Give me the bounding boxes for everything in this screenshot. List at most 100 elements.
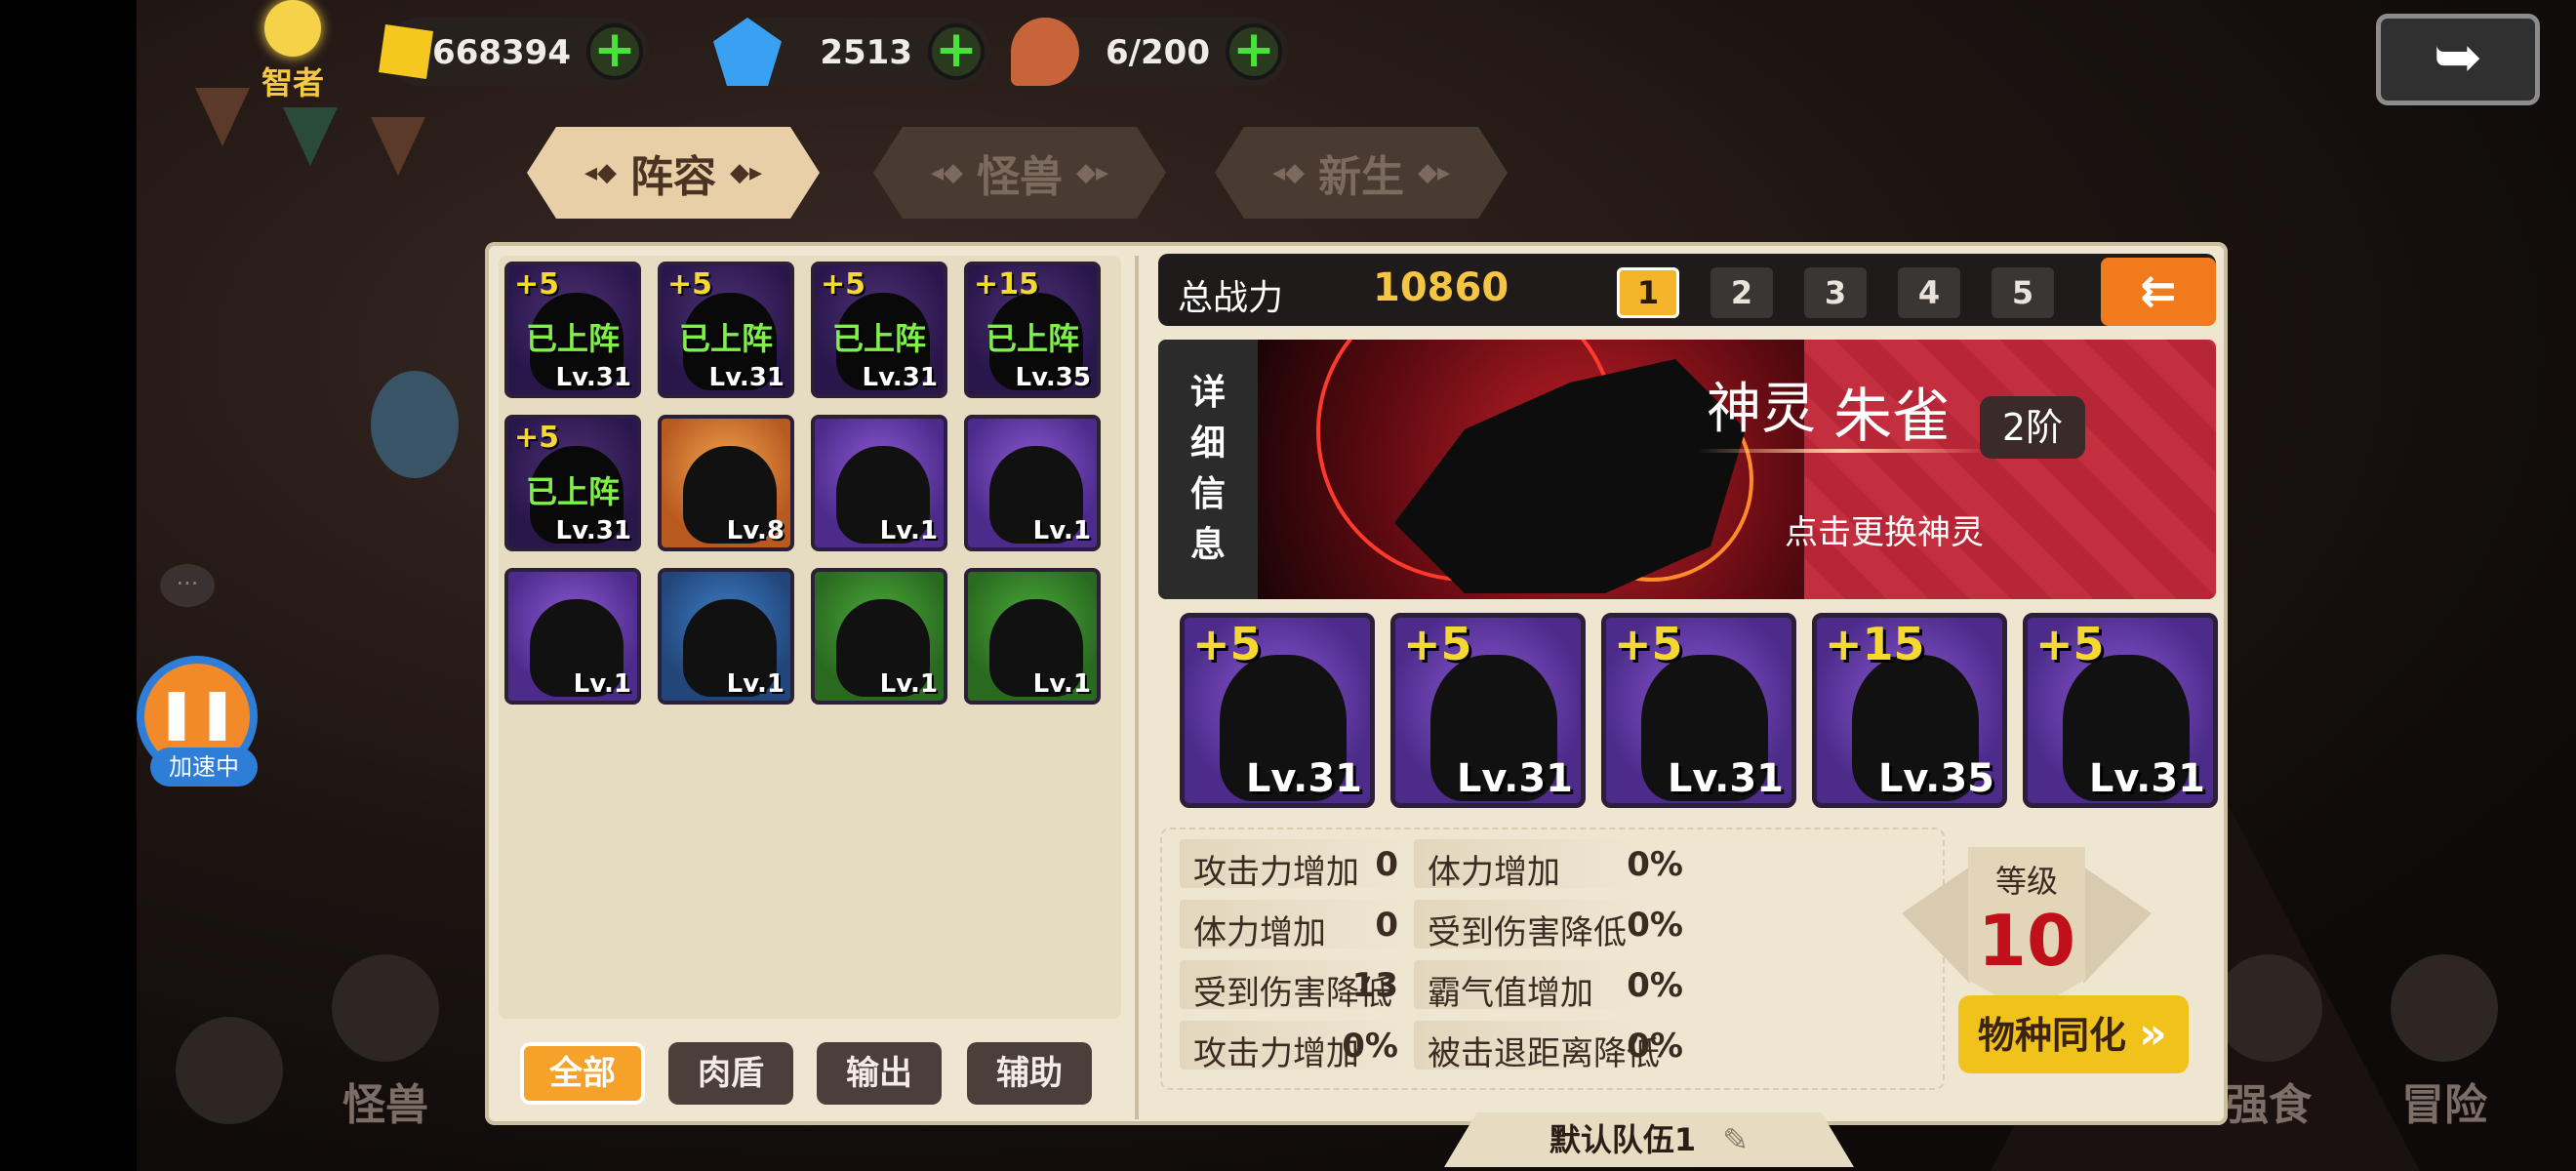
change-spirit-hint: 点击更换神灵 bbox=[1785, 513, 1984, 552]
stat-value: 13 bbox=[1351, 966, 1398, 1005]
team-member-card[interactable]: +5 Lv.31 bbox=[1601, 613, 1796, 808]
monster-level: Lv.1 bbox=[726, 669, 785, 699]
detail-info-button[interactable]: 详 细 信 息 bbox=[1158, 340, 1258, 599]
spirit-rank-badge: 2阶 bbox=[1980, 396, 2085, 459]
filter-support[interactable]: 辅助 bbox=[967, 1042, 1092, 1105]
bottom-nav-adventure[interactable]: 冒险 bbox=[2391, 954, 2498, 1132]
level-label: 等级 bbox=[1994, 863, 2058, 900]
bottom-nav-feast[interactable]: 强食 bbox=[2215, 954, 2322, 1132]
stat-row: 被击退距离降低 0% bbox=[1428, 1027, 1818, 1079]
stat-value: 0% bbox=[1342, 1027, 1398, 1066]
deployed-status: 已上阵 bbox=[831, 320, 926, 357]
speed-up-button[interactable]: ❚❚ 加速中 bbox=[137, 656, 263, 792]
pennant-flag bbox=[195, 88, 250, 146]
roster-monster-card[interactable]: +15 Lv.35 已上阵 bbox=[964, 262, 1101, 398]
team-member-card[interactable]: +5 Lv.31 bbox=[1390, 613, 1586, 808]
back-button[interactable]: ➥ bbox=[2376, 14, 2540, 105]
panel-divider bbox=[1135, 256, 1139, 1119]
pennant-flag bbox=[283, 107, 338, 166]
monster-level: Lv.31 bbox=[862, 363, 938, 392]
stat-label: 被击退距离降低 bbox=[1428, 1034, 1660, 1073]
tab-rebirth-label: 新生 bbox=[1318, 152, 1404, 202]
gem-counter: 2513 + bbox=[713, 18, 990, 86]
stat-label: 霸气值增加 bbox=[1428, 974, 1593, 1013]
team-member-card[interactable]: +15 Lv.35 bbox=[1812, 613, 2007, 808]
chat-icon[interactable]: ··· bbox=[160, 564, 215, 607]
enhance-level: +5 bbox=[514, 421, 560, 455]
spirit-banner[interactable]: 详 细 信 息 神灵 朱雀 2阶 点击更换神灵 bbox=[1158, 340, 2216, 599]
roster-monster-card[interactable]: +5 Lv.31 已上阵 bbox=[658, 262, 794, 398]
monster-level: Lv.35 bbox=[1015, 363, 1091, 392]
filter-all[interactable]: 全部 bbox=[520, 1042, 645, 1105]
stat-row: 受到伤害降低 0% bbox=[1428, 906, 1818, 958]
add-gem-button[interactable]: + bbox=[928, 23, 985, 80]
monster-level: Lv.31 bbox=[1456, 756, 1573, 801]
monster-level: Lv.35 bbox=[1877, 756, 1994, 801]
stamina-counter: 6/200 + bbox=[1011, 18, 1288, 86]
team-member-card[interactable]: +5 Lv.31 bbox=[2023, 613, 2218, 808]
compass-icon bbox=[2391, 954, 2498, 1062]
gold-value: 668394 bbox=[432, 33, 571, 72]
level-badge: 等级 10 bbox=[1968, 847, 2085, 1013]
monster-level: Lv.1 bbox=[573, 669, 631, 699]
add-gold-button[interactable]: + bbox=[586, 23, 643, 80]
sage-label: 智者 bbox=[261, 64, 324, 101]
swap-icon: ⇇ bbox=[2140, 266, 2177, 316]
detail-char: 息 bbox=[1189, 525, 1226, 565]
monster-level: Lv.1 bbox=[879, 516, 938, 545]
tab-rebirth[interactable]: ◂◆ 新生 ◆▸ bbox=[1215, 127, 1508, 219]
team-member-card[interactable]: +5 Lv.31 bbox=[1180, 613, 1375, 808]
monster-level: Lv.1 bbox=[1032, 669, 1091, 699]
level-value: 10 bbox=[1977, 900, 2076, 982]
deployed-status: 已上阵 bbox=[678, 320, 773, 357]
roster-monster-card[interactable]: +5 Lv.31 已上阵 bbox=[504, 415, 641, 551]
roster-monster-card[interactable]: Lv.1 bbox=[504, 568, 641, 705]
roster-monster-card[interactable]: Lv.1 bbox=[964, 568, 1101, 705]
team-name-label: 默认队伍1 bbox=[1549, 1121, 1697, 1158]
team-swap-button[interactable]: ⇇ bbox=[2101, 258, 2216, 326]
detail-char: 信 bbox=[1189, 474, 1226, 514]
team-slot-2[interactable]: 2 bbox=[1711, 267, 1773, 318]
bottom-nav-adventure-label: 冒险 bbox=[2401, 1080, 2487, 1130]
filter-tank[interactable]: 肉盾 bbox=[668, 1042, 793, 1105]
stat-value: 0% bbox=[1627, 1027, 1683, 1066]
meat-icon bbox=[1011, 18, 1079, 86]
filter-damage[interactable]: 输出 bbox=[817, 1042, 942, 1105]
roster-monster-card[interactable]: Lv.1 bbox=[658, 568, 794, 705]
roster-monster-card[interactable]: Lv.1 bbox=[811, 415, 947, 551]
tab-monster-label: 怪兽 bbox=[977, 152, 1063, 202]
roster-monster-card[interactable]: Lv.8 bbox=[658, 415, 794, 551]
enhance-level: +5 bbox=[821, 267, 866, 302]
pennant-flag bbox=[371, 117, 425, 176]
team-slot-3[interactable]: 3 bbox=[1804, 267, 1867, 318]
stat-value: 0% bbox=[1627, 845, 1683, 884]
spirit-type: 神灵 bbox=[1707, 378, 1816, 441]
species-assimilate-button[interactable]: 物种同化 » bbox=[1958, 995, 2189, 1073]
stat-label: 体力增加 bbox=[1428, 853, 1560, 892]
team-slot-1[interactable]: 1 bbox=[1617, 267, 1679, 318]
stat-value: 0 bbox=[1375, 906, 1398, 945]
lightbulb-icon bbox=[264, 0, 321, 57]
tab-monster[interactable]: ◂◆ 怪兽 ◆▸ bbox=[873, 127, 1166, 219]
roster-monster-card[interactable]: Lv.1 bbox=[964, 415, 1101, 551]
double-chevron-icon: » bbox=[2139, 1009, 2167, 1059]
roster-monster-card[interactable]: +5 Lv.31 已上阵 bbox=[811, 262, 947, 398]
feast-icon bbox=[2215, 954, 2322, 1062]
spirit-name: 朱雀 bbox=[1833, 383, 1951, 451]
team-slot-4[interactable]: 4 bbox=[1898, 267, 1960, 318]
roster-monster-card[interactable]: +5 Lv.31 已上阵 bbox=[504, 262, 641, 398]
total-power-value: 10860 bbox=[1373, 265, 1509, 310]
monster-level: Lv.31 bbox=[2088, 756, 2205, 801]
bottom-nav-shuriken[interactable] bbox=[176, 1017, 283, 1132]
detail-char: 细 bbox=[1189, 424, 1226, 464]
tab-lineup[interactable]: ◂◆ 阵容 ◆▸ bbox=[527, 127, 820, 219]
total-power-label: 总战力 bbox=[1178, 278, 1284, 318]
team-name-tab[interactable]: 默认队伍1 ✎ bbox=[1444, 1112, 1854, 1167]
enhance-level: +5 bbox=[2035, 618, 2105, 670]
bottom-nav-feast-label: 强食 bbox=[2226, 1080, 2312, 1130]
sage-badge[interactable]: 智者 bbox=[249, 0, 337, 101]
bottom-nav-monster[interactable]: 怪兽 bbox=[332, 954, 439, 1132]
add-stamina-button[interactable]: + bbox=[1226, 23, 1282, 80]
team-slot-5[interactable]: 5 bbox=[1992, 267, 2054, 318]
roster-monster-card[interactable]: Lv.1 bbox=[811, 568, 947, 705]
